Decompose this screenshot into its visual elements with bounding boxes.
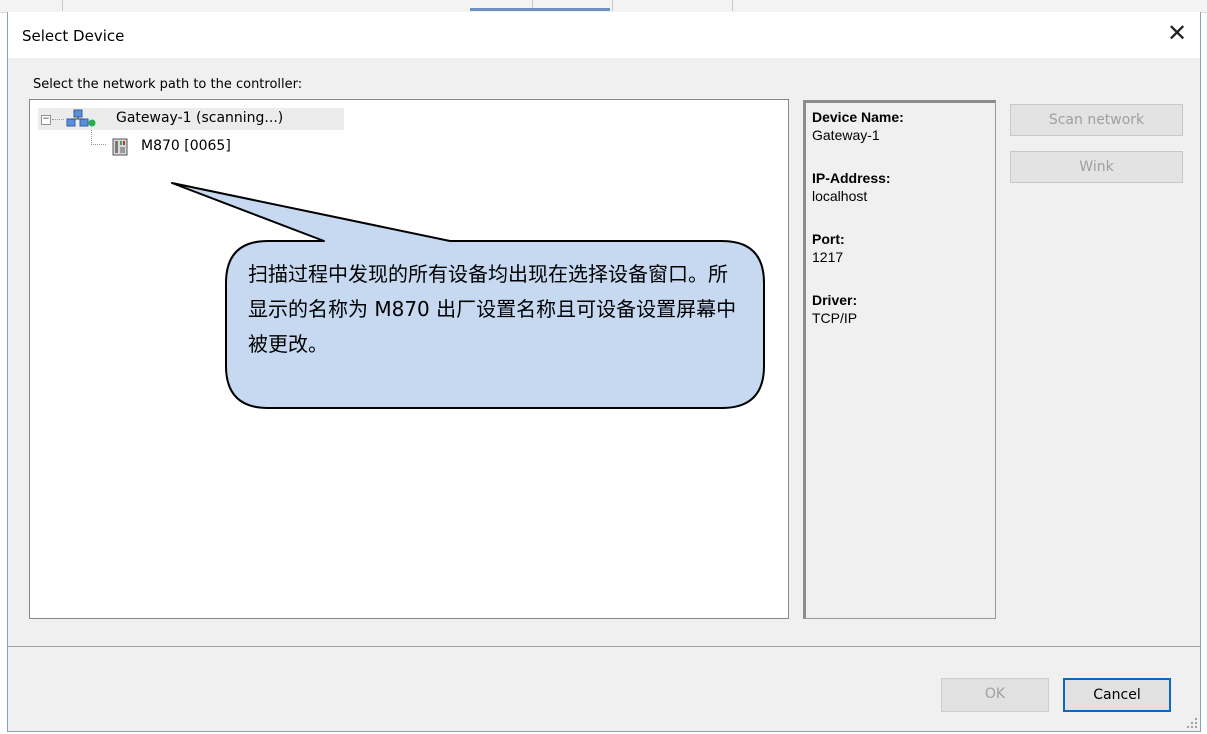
dialog-title: Select Device	[22, 27, 125, 45]
ok-button[interactable]: OK	[941, 678, 1049, 712]
network-path-prompt: Select the network path to the controlle…	[33, 77, 303, 92]
device-name-value: Gateway-1	[812, 127, 880, 143]
device-name-label: Device Name:	[812, 109, 904, 125]
collapse-icon[interactable]: −	[41, 115, 51, 125]
port-label: Port:	[812, 231, 845, 247]
network-gateway-icon	[66, 109, 96, 127]
tree-item-label: M870 [0065]	[141, 138, 231, 154]
title-bar: Select Device ✕	[8, 12, 1200, 58]
tree-connector	[91, 130, 106, 145]
tree-item-gateway[interactable]: − Gateway-1 (scanning...)	[38, 108, 344, 130]
resize-grip-icon[interactable]	[1186, 717, 1198, 729]
driver-label: Driver:	[812, 292, 858, 308]
tree-item-label: Gateway-1 (scanning...)	[116, 110, 284, 126]
callout-text: 扫描过程中发现的所有设备均出现在选择设备窗口。所显示的名称为 M870 出厂设置…	[248, 262, 737, 356]
tree-connector	[52, 119, 64, 120]
tree-item-device[interactable]: M870 [0065]	[112, 136, 282, 158]
scan-network-button[interactable]: Scan network	[1010, 104, 1183, 136]
close-icon[interactable]: ✕	[1154, 12, 1200, 56]
select-device-dialog: Select Device ✕ Select the network path …	[7, 12, 1201, 732]
controller-device-icon	[112, 138, 128, 156]
footer-divider	[8, 646, 1200, 647]
port-value: 1217	[812, 249, 844, 265]
driver-value: TCP/IP	[812, 310, 858, 326]
cancel-button[interactable]: Cancel	[1063, 678, 1171, 712]
wink-button[interactable]: Wink	[1010, 151, 1183, 183]
device-info-panel: Device Name: Gateway-1 IP-Address: local…	[803, 100, 996, 619]
ip-address-label: IP-Address:	[812, 170, 891, 186]
ip-address-value: localhost	[812, 188, 868, 204]
